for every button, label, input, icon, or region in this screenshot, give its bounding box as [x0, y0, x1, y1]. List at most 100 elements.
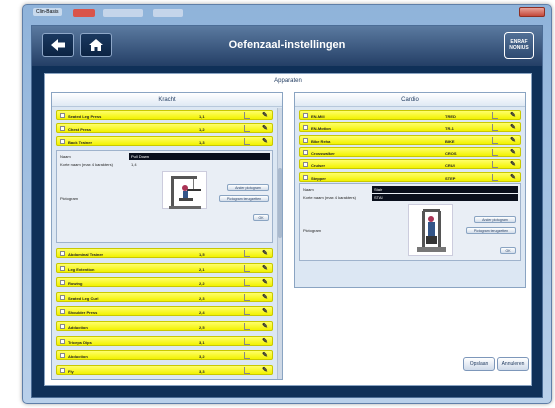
short-name-label: Korte naam (max 4 karakters) [303, 195, 356, 200]
device-row[interactable]: EN-Motion TR-1 ✎ [299, 122, 521, 133]
save-button[interactable]: Opslaan [463, 357, 495, 371]
ok-button[interactable]: OK [500, 247, 516, 254]
pencil-icon[interactable]: ✎ [262, 250, 268, 257]
checkbox-icon[interactable] [60, 367, 65, 373]
pencil-icon[interactable]: ✎ [510, 137, 516, 144]
checkbox-icon[interactable] [60, 265, 65, 271]
ok-button[interactable]: OK [253, 214, 269, 221]
short-name-input[interactable]: STAI [372, 194, 518, 201]
pencil-icon[interactable]: ✎ [262, 338, 268, 345]
device-row[interactable]: Bike Reha BIKE ✎ [299, 134, 521, 145]
window-close-button[interactable] [519, 7, 545, 17]
reset-pictogram-button[interactable]: Pictogram terugzetten [466, 227, 516, 234]
device-name: Chest Press [68, 127, 92, 132]
device-code: 3,1 [199, 339, 205, 345]
checkbox-icon[interactable] [60, 353, 65, 359]
device-row[interactable]: Cruiser CRUI ✎ [299, 159, 521, 170]
cancel-button[interactable]: Annuleren [497, 357, 529, 371]
device-row[interactable]: Adduction 2,5 ✎ [56, 321, 273, 331]
scrollbar-thumb[interactable] [278, 168, 282, 238]
device-code: CRUI [445, 163, 455, 169]
device-row[interactable]: Stepper STEP ✎ [299, 171, 521, 182]
device-name: Bike Reha [311, 138, 331, 144]
device-code: 2,4 [199, 310, 205, 316]
device-row[interactable]: Rowing 2,2 ✎ [56, 277, 273, 288]
device-row[interactable]: Abdominal Trainer 1,5 ✎ [56, 248, 273, 258]
pull-down-machine-icon [162, 171, 207, 209]
device-row[interactable]: Chest Press 1,2 ✎ [56, 123, 273, 133]
machine-icon [244, 293, 250, 301]
device-name: Leg Extention [68, 266, 95, 272]
checkbox-icon[interactable] [60, 280, 65, 286]
pencil-icon[interactable]: ✎ [262, 294, 268, 301]
checkbox-icon[interactable] [303, 113, 308, 118]
short-name-input[interactable]: 1,4 [129, 161, 270, 168]
device-code: 2,5 [199, 325, 205, 330]
machine-icon [244, 250, 250, 257]
pencil-icon[interactable]: ✎ [262, 323, 268, 330]
checkbox-icon[interactable] [60, 126, 65, 131]
checkbox-icon[interactable] [303, 162, 308, 168]
checkbox-icon[interactable] [303, 174, 308, 180]
name-input[interactable]: Stair [372, 186, 518, 193]
pencil-icon[interactable]: ✎ [262, 125, 268, 132]
pencil-icon[interactable]: ✎ [262, 265, 268, 272]
device-row[interactable]: Fly 3,3 ✎ [56, 364, 273, 375]
checkbox-icon[interactable] [303, 137, 308, 143]
kracht-panel: Kracht Seated Leg Press 1,1 ✎ Chest Press 1,… [51, 92, 283, 380]
taskbar-tab [103, 9, 143, 17]
device-code: 2,3 [199, 295, 205, 301]
device-row[interactable]: EN-Mill TRED ✎ [299, 110, 521, 120]
pictogram-label: Pictogram [303, 228, 322, 233]
pencil-icon[interactable]: ✎ [510, 161, 516, 168]
change-pictogram-button[interactable]: Ander pictogram [474, 216, 516, 223]
device-row[interactable]: Shoulder Press 2,4 ✎ [56, 306, 273, 317]
machine-icon [244, 337, 250, 345]
pencil-icon[interactable]: ✎ [262, 367, 268, 374]
pencil-icon[interactable]: ✎ [262, 308, 268, 315]
checkbox-icon[interactable] [303, 125, 308, 131]
checkbox-icon[interactable] [60, 338, 65, 344]
device-row[interactable]: Leg Extention 2,1 ✎ [56, 262, 273, 273]
device-row[interactable]: Back Trainer 1,3 ✎ [56, 136, 273, 146]
checkbox-icon[interactable] [60, 113, 65, 118]
device-name: Adduction [68, 325, 88, 330]
pencil-icon[interactable]: ✎ [262, 352, 268, 359]
checkbox-icon[interactable] [60, 251, 65, 256]
machine-icon [492, 161, 498, 169]
device-name: Rowing [68, 281, 83, 287]
device-row[interactable]: Seated Leg Curl 2,3 ✎ [56, 291, 273, 302]
device-name: Seated Leg Press [68, 114, 102, 119]
kracht-scrollbar[interactable] [277, 108, 282, 379]
pencil-icon[interactable]: ✎ [510, 124, 516, 131]
name-input[interactable]: Pull Down [129, 153, 270, 160]
machine-icon [244, 138, 250, 145]
pencil-icon[interactable]: ✎ [262, 138, 268, 145]
machine-icon [244, 112, 250, 119]
device-name: EN-Mill [311, 114, 325, 119]
pencil-icon[interactable]: ✎ [510, 112, 516, 119]
checkbox-icon[interactable] [60, 324, 65, 329]
app-area: Oefenzaal-instellingen ENRAF NONIUS Appa… [31, 25, 543, 398]
machine-icon [492, 124, 498, 132]
checkbox-icon[interactable] [60, 294, 65, 300]
reset-pictogram-button[interactable]: Pictogram terugzetten [219, 195, 269, 202]
checkbox-icon[interactable] [60, 139, 65, 144]
checkbox-icon[interactable] [60, 309, 65, 315]
pencil-icon[interactable]: ✎ [510, 174, 516, 181]
machine-icon [244, 352, 250, 360]
device-row[interactable]: Abduction 3,2 ✎ [56, 350, 273, 361]
device-row[interactable]: Triceps Dips 3,1 ✎ [56, 335, 273, 346]
machine-icon [244, 323, 250, 330]
pencil-icon[interactable]: ✎ [262, 279, 268, 286]
device-row[interactable]: Crosswalker CROS ✎ [299, 146, 521, 157]
machine-icon [244, 125, 250, 132]
device-row[interactable]: Seated Leg Press 1,1 ✎ [56, 110, 273, 120]
pencil-icon[interactable]: ✎ [510, 149, 516, 156]
machine-icon [244, 366, 250, 374]
cardio-detail-editor: Naam Stair Korte naam (max 4 karakters) … [299, 183, 521, 261]
change-pictogram-button[interactable]: Ander pictogram [227, 184, 269, 191]
device-code: 1,5 [199, 252, 205, 257]
pencil-icon[interactable]: ✎ [262, 112, 268, 119]
checkbox-icon[interactable] [303, 149, 308, 155]
